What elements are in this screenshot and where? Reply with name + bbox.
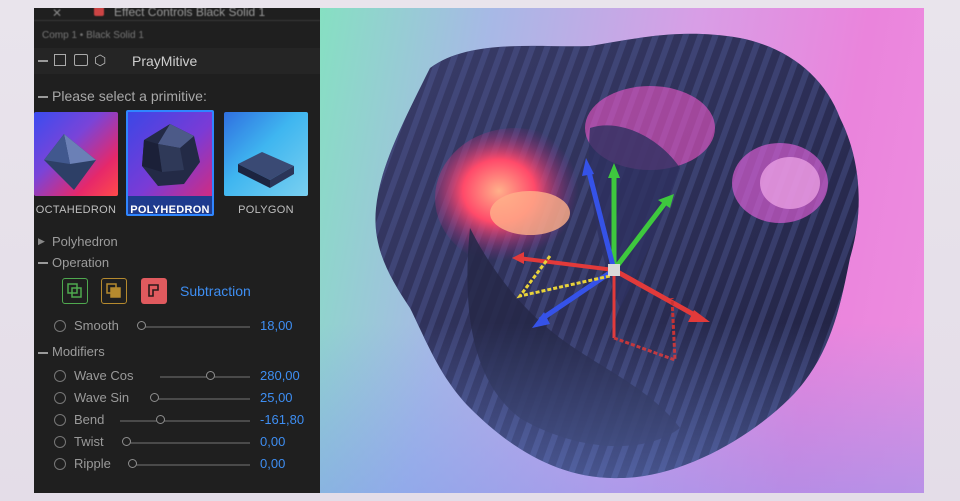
smooth-stopwatch-icon[interactable] [54,320,66,332]
bend-stopwatch-icon[interactable] [54,414,66,426]
octahedron-shape [44,134,96,190]
twist-slider-knob[interactable] [122,437,131,446]
bend-value[interactable]: -161,80 [260,412,304,427]
primitive-option-polygon[interactable] [224,112,308,196]
wave-sin-slider-track[interactable] [154,398,250,400]
panel-menu-icon[interactable]: ✕ [52,8,62,20]
polygon-shape [238,152,294,188]
wave-sin-value[interactable]: 25,00 [260,390,293,405]
smooth-slider-track[interactable] [142,326,250,328]
operation-collapse-icon[interactable] [38,262,48,264]
twist-stopwatch-icon[interactable] [54,436,66,448]
wave-cos-stopwatch-icon[interactable] [54,370,66,382]
operation-active-label: Subtraction [180,283,251,299]
wave-sin-label: Wave Sin [74,390,130,405]
app-frame: ✕ Effect Controls Black Solid 1 Comp 1 •… [34,8,924,493]
ripple-slider-track[interactable] [132,464,250,466]
smooth-value[interactable]: 18,00 [260,318,293,333]
plugin-image-icon[interactable] [74,54,88,66]
wave-cos-label: Wave Cos [74,368,134,383]
subtraction-icon [148,284,159,297]
modifiers-collapse-icon[interactable] [38,352,48,354]
wave-cos-slider-knob[interactable] [206,371,215,380]
primitive-option-octahedron[interactable] [34,112,118,196]
wave-sin-slider-knob[interactable] [150,393,159,402]
union-icon [67,283,82,298]
twist-label: Twist [74,434,104,449]
ripple-label: Ripple [74,456,111,471]
smooth-slider-knob[interactable] [137,321,146,330]
ripple-slider-knob[interactable] [128,459,137,468]
polyhedron-expand-icon[interactable]: ▶ [38,236,45,247]
section-operation[interactable]: Operation [52,255,109,270]
subtraction-button[interactable] [141,278,167,304]
primitive-prompt: Please select a primitive: [52,88,207,104]
render-scene [375,33,859,479]
wave-sin-stopwatch-icon[interactable] [54,392,66,404]
plugin-name: PrayMitive [132,53,198,69]
bend-slider-knob[interactable] [156,415,165,424]
primitive-label-octahedron: OCTAHEDRON [35,204,117,216]
intersection-button[interactable] [101,278,127,304]
twist-value[interactable]: 0,00 [260,434,285,449]
breadcrumb: Comp 1 • Black Solid 1 [42,30,144,41]
smooth-label: Smooth [74,318,119,333]
bend-slider-track[interactable] [120,420,250,422]
twist-slider-track[interactable] [126,442,250,444]
effect-controls-tab[interactable]: Effect Controls Black Solid 1 [114,8,265,19]
section-modifiers[interactable]: Modifiers [52,344,105,359]
lock-icon[interactable] [94,8,104,16]
wave-cos-slider-track[interactable] [160,376,250,378]
collapse-dash[interactable] [38,96,48,98]
primitive-label-polygon: POLYGON [238,204,294,216]
wave-cos-value[interactable]: 280,00 [260,368,300,383]
bend-label: Bend [74,412,105,427]
primitive-label-polyhedron: POLYHEDRON [130,204,210,216]
polyhedron-shape [142,124,200,186]
cube-icon[interactable]: ⬡ [94,52,106,69]
union-button[interactable] [62,278,88,304]
plugin-menu-icon[interactable] [54,54,66,66]
ripple-stopwatch-icon[interactable] [54,458,66,470]
intersection-icon [106,283,121,298]
primitive-option-polyhedron[interactable] [126,110,214,216]
section-polyhedron[interactable]: Polyhedron [52,234,118,249]
composition-viewport[interactable] [320,8,924,493]
ripple-value[interactable]: 0,00 [260,456,285,471]
effect-controls-panel: ✕ Effect Controls Black Solid 1 Comp 1 •… [34,8,320,493]
